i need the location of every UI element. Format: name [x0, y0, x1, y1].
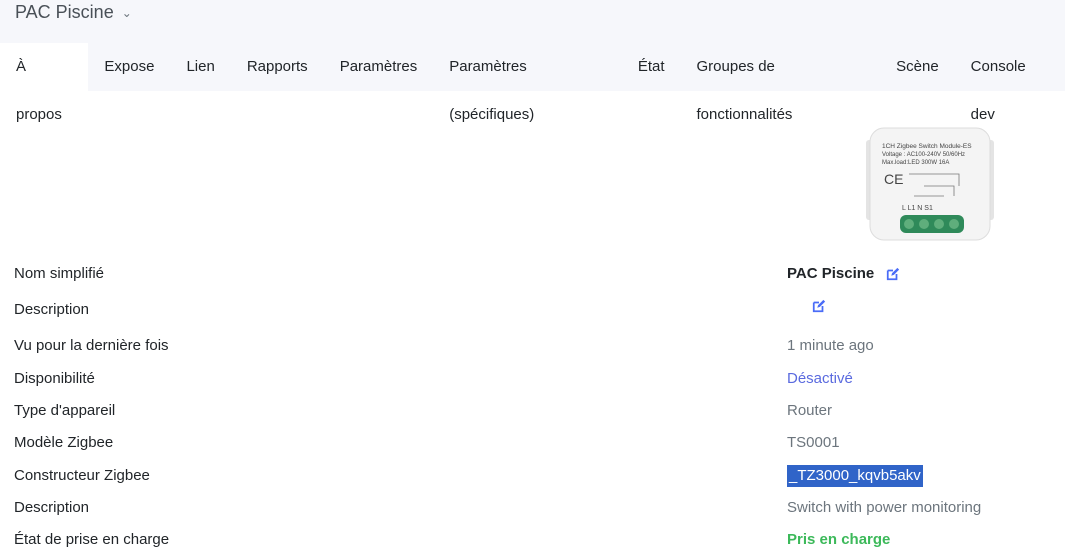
label: Constructeur Zigbee: [14, 467, 150, 484]
tab-bar: À propos Expose Lien Rapports Paramètres…: [0, 43, 1065, 123]
label: État de prise en charge: [14, 531, 170, 548]
svg-text:L L1 N S1: L L1 N S1: [902, 205, 933, 212]
device-image: 1CH Zigbee Switch Module-ES Voltage : AC…: [866, 127, 994, 241]
row-zigbee-model: Modèle Zigbee TS0001: [0, 432, 1065, 454]
edit-icon[interactable]: [812, 299, 826, 313]
row-support-status: État de prise en charge Pris en charge: [0, 529, 1065, 551]
header: PAC Piscine ⌄ À propos Expose Lien Rappo…: [0, 0, 1065, 123]
row-last-seen: Vu pour la dernière fois 1 minute ago: [0, 335, 1065, 357]
row-description: Description: [0, 299, 1065, 321]
row-model-description: Description Switch with power monitoring: [0, 497, 1065, 519]
availability-link[interactable]: Désactivé: [787, 368, 853, 390]
edit-icon[interactable]: [886, 267, 900, 281]
svg-text:1CH Zigbee Switch Module-ES: 1CH Zigbee Switch Module-ES: [882, 143, 972, 150]
tab-bind[interactable]: Lien: [170, 43, 230, 91]
row-availability: Disponibilité Désactivé: [0, 368, 1065, 390]
tab-about[interactable]: À propos: [0, 43, 89, 123]
svg-text:CE: CE: [884, 171, 903, 187]
row-friendly-name: Nom simplifié PAC Piscine: [0, 263, 1065, 285]
tab-expose[interactable]: Expose: [88, 43, 170, 91]
zigbee-model-value: TS0001: [787, 434, 840, 451]
tab-state[interactable]: État: [622, 43, 681, 91]
tab-scene[interactable]: Scène: [880, 43, 955, 91]
support-status-value: Pris en charge: [787, 531, 891, 548]
tab-reporting[interactable]: Rapports: [231, 43, 324, 91]
row-zigbee-manufacturer: Constructeur Zigbee _TZ3000_kqvb5akv: [0, 465, 1065, 487]
label: Description: [14, 301, 90, 318]
label: Type d'appareil: [14, 402, 116, 419]
tab-specific-settings[interactable]: Paramètres (spécifiques): [433, 43, 622, 123]
friendly-name-value: PAC Piscine: [787, 265, 875, 282]
label: Description: [14, 499, 90, 516]
svg-text:Voltage : AC100-240V 50/60Hz: Voltage : AC100-240V 50/60Hz: [882, 152, 965, 158]
device-title-dropdown[interactable]: PAC Piscine ⌄: [15, 2, 132, 23]
last-seen-value: 1 minute ago: [787, 337, 874, 354]
tab-settings[interactable]: Paramètres: [324, 43, 434, 91]
row-device-type: Type d'appareil Router: [0, 400, 1065, 422]
label: Disponibilité: [14, 370, 95, 387]
tab-feature-groups[interactable]: Groupes de fonctionnalités: [681, 43, 881, 123]
label: Nom simplifié: [14, 265, 105, 282]
label: Modèle Zigbee: [14, 434, 114, 451]
svg-text:Max.load:LED 300W 16A: Max.load:LED 300W 16A: [882, 160, 949, 166]
zigbee-manufacturer-value: _TZ3000_kqvb5akv: [787, 465, 923, 487]
model-description-value: Switch with power monitoring: [787, 499, 982, 516]
chevron-down-icon: ⌄: [121, 5, 132, 20]
label: Vu pour la dernière fois: [14, 337, 169, 354]
device-title: PAC Piscine: [15, 2, 114, 22]
tab-dev-console[interactable]: Console dev: [955, 43, 1065, 123]
device-type-value: Router: [787, 402, 833, 419]
